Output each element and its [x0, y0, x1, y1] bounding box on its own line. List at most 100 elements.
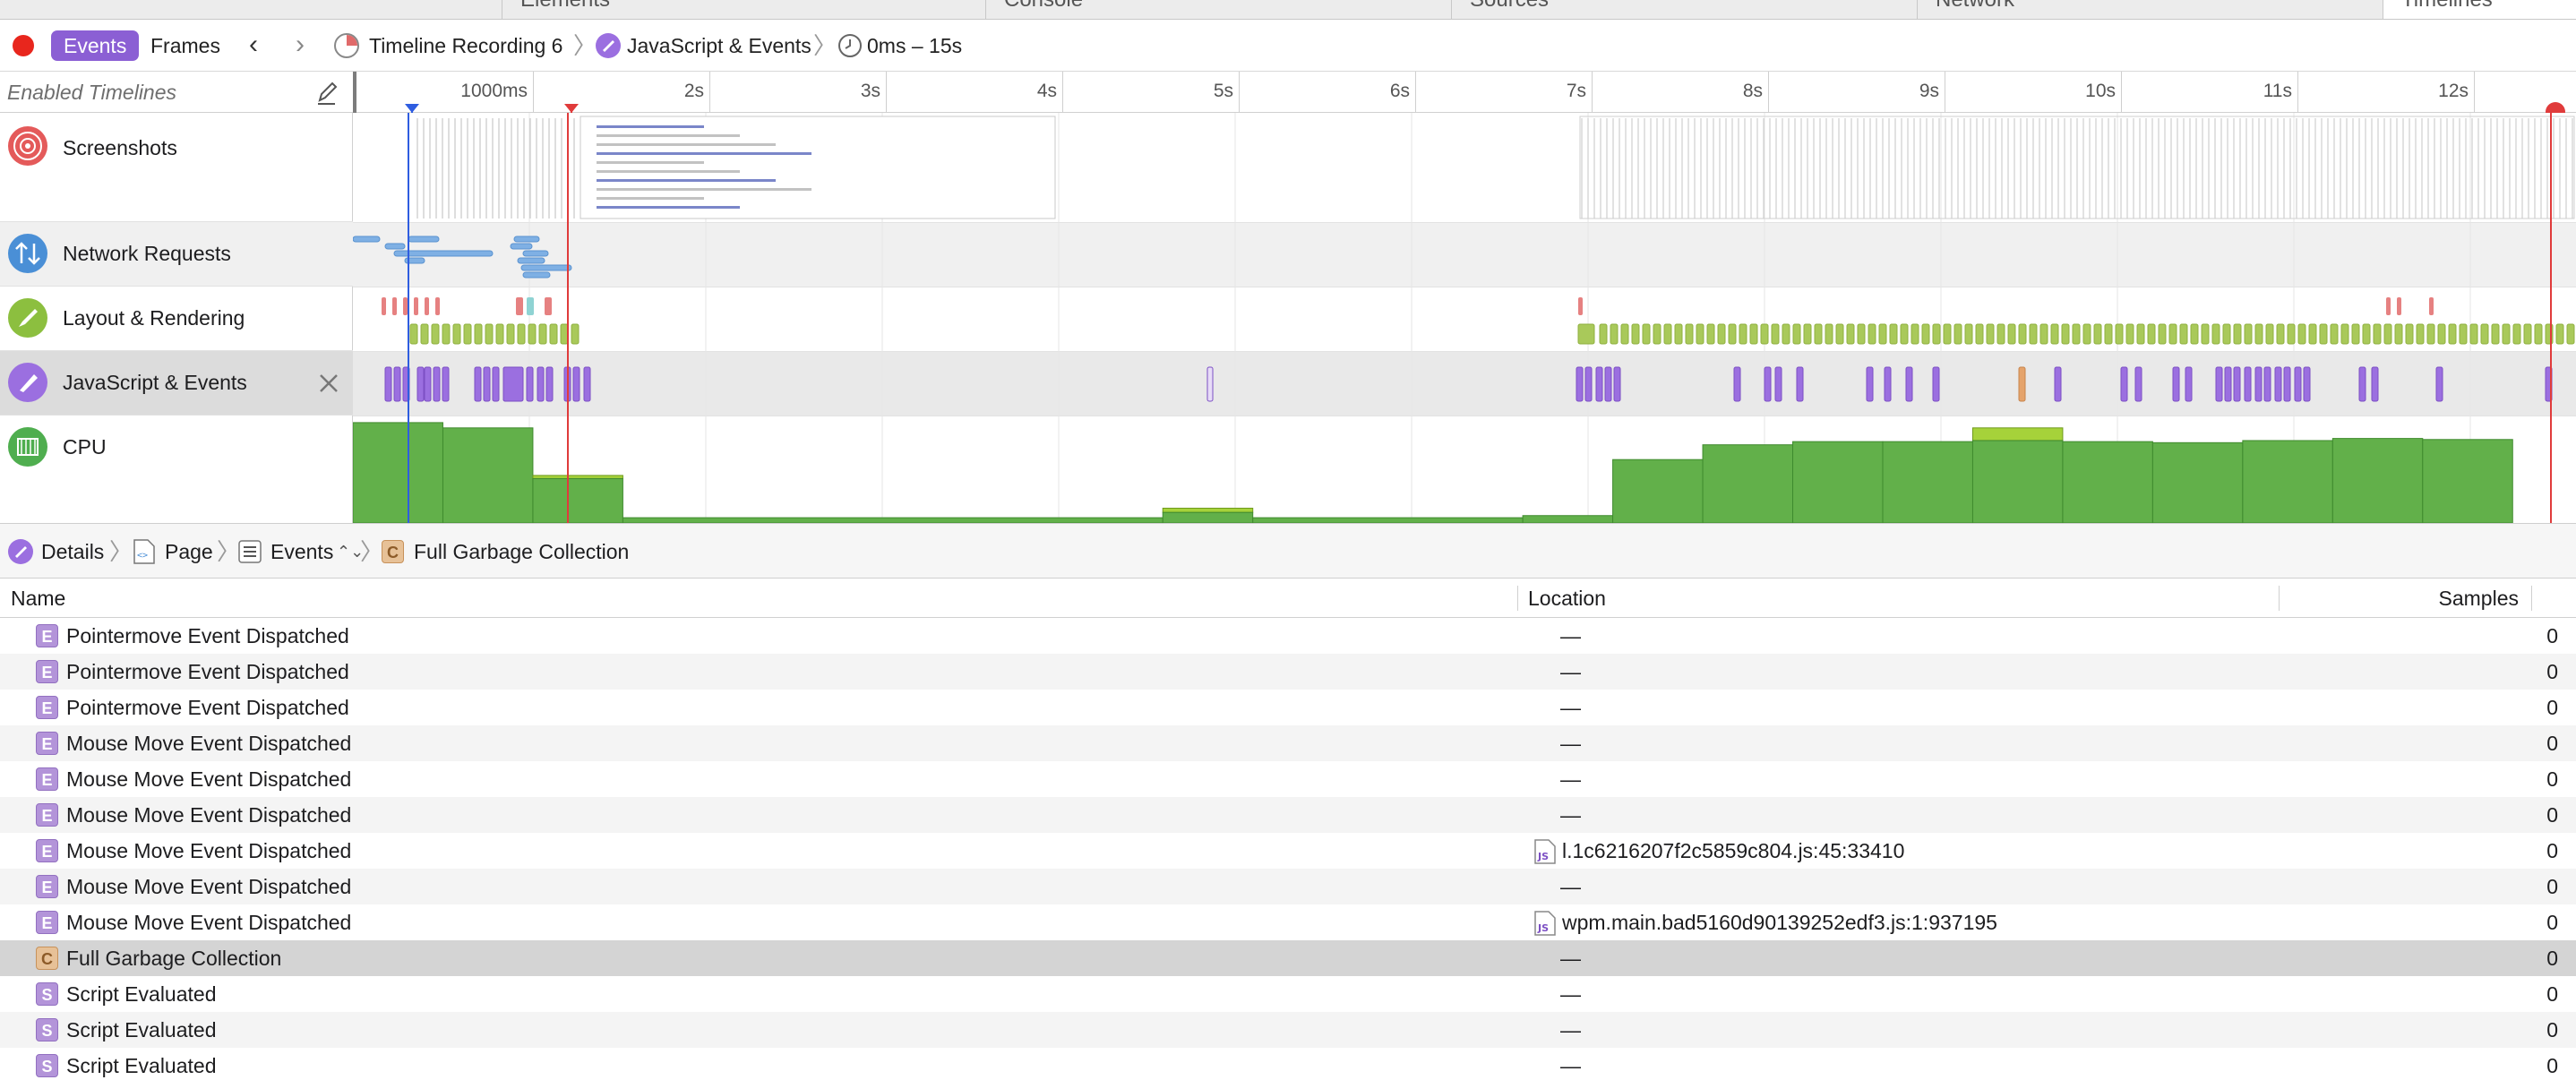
tab-console[interactable]: Console: [985, 0, 1451, 19]
javascript-record: [2054, 366, 2062, 402]
tab-elements[interactable]: Elements: [502, 0, 985, 19]
paint-record: [1911, 323, 1919, 345]
paint-record: [495, 323, 504, 345]
row-location: —: [1560, 732, 1581, 755]
track-cpu[interactable]: CPU: [0, 416, 353, 523]
paint-record: [2201, 323, 2210, 345]
script-badge-icon: S: [36, 982, 58, 1006]
network-request-bar: [522, 271, 551, 279]
tab-sources[interactable]: Sources: [1451, 0, 1917, 19]
table-row[interactable]: E Pointermove Event Dispatched — 0: [0, 690, 2576, 725]
track-network-requests[interactable]: Network Requests: [0, 222, 353, 287]
paint-record: [2448, 323, 2457, 345]
row-location: —: [1560, 1018, 1581, 1041]
screenshot-text-line: [597, 134, 740, 137]
javascript-record: [1613, 366, 1621, 402]
column-header-location[interactable]: Location: [1528, 579, 1606, 618]
paint-record: [2050, 323, 2059, 345]
time-ruler[interactable]: 1000ms 2s 3s 4s 5s 6s 7s 8s 9s 10s 11s 12s: [353, 72, 2576, 122]
tab-label: Console: [1004, 0, 1083, 12]
paint-record: [2394, 323, 2403, 345]
table-row[interactable]: S Script Evaluated — 0: [0, 976, 2576, 1012]
paint-record: [2276, 323, 2285, 345]
tick-mark: [533, 72, 534, 113]
page-crumb[interactable]: Page: [165, 536, 213, 567]
paint-record: [2158, 323, 2167, 345]
layout-record: [392, 297, 397, 315]
row-location[interactable]: l.1c6216207f2c5859c804.js:45:33410: [1562, 833, 1904, 869]
timeline-graph[interactable]: [353, 113, 2576, 523]
paint-record: [1642, 323, 1651, 345]
table-row[interactable]: S Script Evaluated — 0: [0, 1048, 2576, 1080]
table-row[interactable]: E Mouse Move Event Dispatched — 0: [0, 869, 2576, 904]
table-row[interactable]: S Script Evaluated — 0: [0, 1012, 2576, 1048]
track-layout-rendering[interactable]: Layout & Rendering: [0, 287, 353, 351]
record-button[interactable]: [13, 35, 34, 56]
paint-record: [2566, 323, 2575, 345]
column-divider[interactable]: [2531, 586, 2532, 611]
track-javascript-events[interactable]: JavaScript & Events: [0, 351, 353, 416]
tick-mark: [2297, 72, 2298, 113]
javascript-record: [2224, 366, 2232, 402]
crumb-separator: 〉: [813, 32, 837, 59]
table-row[interactable]: E Pointermove Event Dispatched — 0: [0, 654, 2576, 690]
event-badge-icon: E: [36, 875, 58, 898]
close-icon[interactable]: [317, 372, 340, 395]
paint-record: [2072, 323, 2081, 345]
tab-network[interactable]: Network: [1917, 0, 2383, 19]
row-name: Mouse Move Event Dispatched: [66, 732, 352, 755]
paint-record: [2168, 323, 2177, 345]
gc-badge-icon: C: [36, 947, 58, 970]
table-row[interactable]: E Mouse Move Event Dispatched JS wpm.main.b…: [0, 904, 2576, 940]
table-row[interactable]: E Mouse Move Event Dispatched — 0: [0, 797, 2576, 833]
table-row[interactable]: E Mouse Move Event Dispatched — 0: [0, 725, 2576, 761]
table-row[interactable]: E Mouse Move Event Dispatched JS l.1c621620…: [0, 833, 2576, 869]
row-location[interactable]: wpm.main.bad5160d90139252edf3.js:1:93719…: [1562, 904, 1997, 940]
track-screenshots[interactable]: Screenshots: [0, 113, 353, 222]
column-divider[interactable]: [2279, 586, 2280, 611]
paint-record: [2340, 323, 2349, 345]
forward-icon[interactable]: ›: [296, 29, 305, 61]
track-crumb[interactable]: JavaScript & Events: [627, 30, 811, 61]
column-header-name[interactable]: Name: [11, 579, 65, 618]
event-badge-icon: E: [36, 767, 58, 791]
javascript-record: [2134, 366, 2142, 402]
events-crumb[interactable]: Events: [270, 536, 333, 567]
event-badge-icon: E: [36, 696, 58, 719]
screenshot-text-line: [597, 143, 776, 146]
paint-record: [2222, 323, 2231, 345]
event-badge-icon: E: [36, 660, 58, 683]
javascript-record: [2283, 366, 2291, 402]
tick-label: 3s: [860, 81, 880, 101]
javascript-record: [1206, 366, 1214, 402]
events-view-button[interactable]: Events: [51, 30, 140, 61]
details-crumb[interactable]: Details: [41, 536, 104, 567]
tick-mark: [886, 72, 887, 113]
frames-view-button[interactable]: Frames: [150, 30, 220, 61]
tab-label: Sources: [1470, 0, 1549, 12]
tab-timelines[interactable]: Timelines: [2383, 0, 2576, 19]
cpu-bar: [442, 427, 534, 523]
screenshot-text-line: [597, 206, 740, 209]
javascript-record: [474, 366, 482, 402]
paint-record: [2179, 323, 2188, 345]
back-icon[interactable]: ‹: [249, 29, 258, 61]
table-row[interactable]: E Pointermove Event Dispatched — 0: [0, 618, 2576, 654]
layout-record: [527, 297, 534, 315]
selected-record-crumb[interactable]: Full Garbage Collection: [414, 536, 629, 567]
tab-strip: Elements Console Sources Network Timelin…: [0, 0, 2576, 20]
edit-pencil-icon[interactable]: [315, 79, 339, 106]
javascript-record: [1733, 366, 1741, 402]
column-header-samples[interactable]: Samples: [2439, 579, 2519, 618]
table-row[interactable]: E Mouse Move Event Dispatched — 0: [0, 761, 2576, 797]
track-label: JavaScript & Events: [63, 371, 247, 394]
range-crumb[interactable]: 0ms – 15s: [867, 30, 962, 61]
row-location: —: [1560, 696, 1581, 719]
cpu-bar: [2062, 441, 2153, 523]
paint-record: [2093, 323, 2102, 345]
recording-crumb[interactable]: Timeline Recording 6: [369, 30, 562, 61]
paint-record: [2265, 323, 2274, 345]
table-row[interactable]: C Full Garbage Collection — 0: [0, 940, 2576, 976]
paint-record: [517, 323, 526, 345]
column-divider[interactable]: [1517, 586, 1518, 611]
